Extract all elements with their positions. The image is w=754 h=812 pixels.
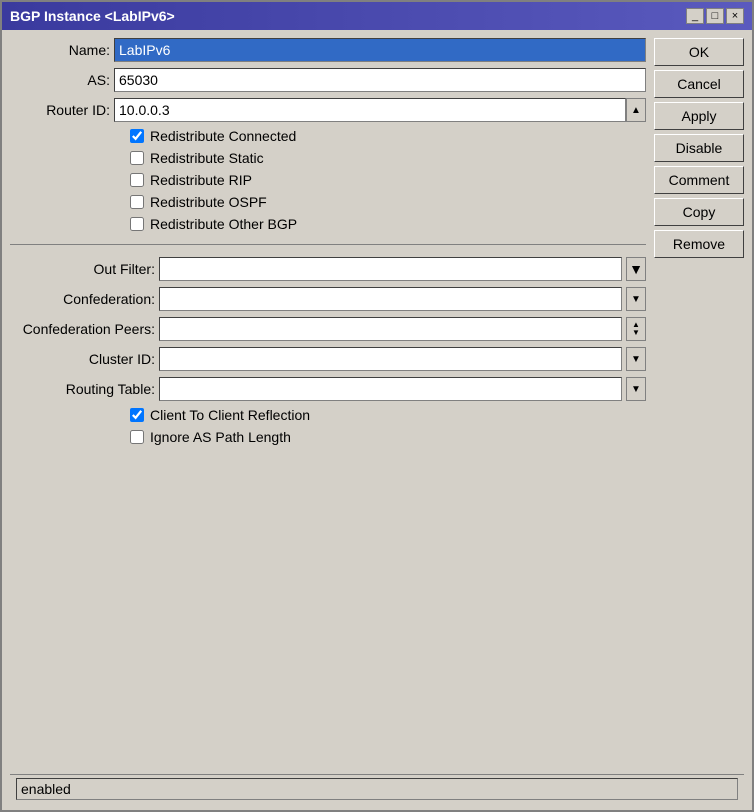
- confederation-input[interactable]: [159, 287, 622, 311]
- copy-button[interactable]: Copy: [654, 198, 744, 226]
- as-input[interactable]: [114, 68, 646, 92]
- checkbox-redistribute-connected: Redistribute Connected: [10, 128, 646, 144]
- confederation-peers-spinner-button[interactable]: ▲▼: [626, 317, 646, 341]
- cluster-id-label: Cluster ID:: [10, 351, 155, 367]
- routing-table-input[interactable]: [159, 377, 622, 401]
- router-id-up-button[interactable]: ▲: [626, 98, 646, 122]
- redistribute-static-checkbox[interactable]: [130, 151, 144, 165]
- comment-button[interactable]: Comment: [654, 166, 744, 194]
- window-controls: _ □ ×: [686, 8, 744, 24]
- redistribute-connected-checkbox[interactable]: [130, 129, 144, 143]
- redistribute-other-bgp-label: Redistribute Other BGP: [150, 216, 297, 232]
- as-label: AS:: [10, 72, 110, 88]
- checkbox-client-reflection: Client To Client Reflection: [10, 407, 646, 423]
- action-buttons-area: OK Cancel Apply Disable Comment Copy Rem…: [654, 38, 744, 770]
- window-body: Name: AS: Router ID: ▲: [2, 30, 752, 810]
- confederation-peers-input[interactable]: [159, 317, 622, 341]
- ok-button[interactable]: OK: [654, 38, 744, 66]
- out-filter-label: Out Filter:: [10, 261, 155, 277]
- bgp-instance-window: BGP Instance <LabIPv6> _ □ × Name: AS:: [0, 0, 754, 812]
- form-area: Name: AS: Router ID: ▲: [10, 38, 646, 770]
- close-button[interactable]: ×: [726, 8, 744, 24]
- redistribute-static-label: Redistribute Static: [150, 150, 264, 166]
- cluster-id-input[interactable]: [159, 347, 622, 371]
- maximize-button[interactable]: □: [706, 8, 724, 24]
- router-id-input[interactable]: [114, 98, 626, 122]
- checkbox-redistribute-other-bgp: Redistribute Other BGP: [10, 216, 646, 232]
- confederation-peers-label: Confederation Peers:: [10, 321, 155, 337]
- out-filter-input[interactable]: [159, 257, 622, 281]
- apply-button[interactable]: Apply: [654, 102, 744, 130]
- cluster-id-dropdown-button[interactable]: ▼: [626, 347, 646, 371]
- name-row: Name:: [10, 38, 646, 62]
- window-title: BGP Instance <LabIPv6>: [10, 8, 175, 24]
- cluster-id-row: Cluster ID: ▼: [10, 347, 646, 371]
- confederation-peers-row: Confederation Peers: ▲▼: [10, 317, 646, 341]
- confederation-dropdown-button[interactable]: ▼: [626, 287, 646, 311]
- routing-table-row: Routing Table: ▼: [10, 377, 646, 401]
- checkbox-ignore-as-path: Ignore AS Path Length: [10, 429, 646, 445]
- checkbox-redistribute-ospf: Redistribute OSPF: [10, 194, 646, 210]
- redistribute-connected-label: Redistribute Connected: [150, 128, 296, 144]
- cancel-button[interactable]: Cancel: [654, 70, 744, 98]
- out-filter-dropdown-button[interactable]: ▼: [626, 257, 646, 281]
- title-bar: BGP Instance <LabIPv6> _ □ ×: [2, 2, 752, 30]
- client-reflection-checkbox[interactable]: [130, 408, 144, 422]
- remove-button[interactable]: Remove: [654, 230, 744, 258]
- routing-table-dropdown-button[interactable]: ▼: [626, 377, 646, 401]
- name-label: Name:: [10, 42, 110, 58]
- confederation-label: Confederation:: [10, 291, 155, 307]
- redistribute-other-bgp-checkbox[interactable]: [130, 217, 144, 231]
- status-bar-inner: enabled: [16, 778, 738, 800]
- status-text: enabled: [21, 781, 71, 797]
- routing-table-label: Routing Table:: [10, 381, 155, 397]
- router-id-wrapper: ▲: [114, 98, 646, 122]
- redistribute-rip-label: Redistribute RIP: [150, 172, 252, 188]
- redistribute-ospf-label: Redistribute OSPF: [150, 194, 267, 210]
- disable-button[interactable]: Disable: [654, 134, 744, 162]
- ignore-as-path-label: Ignore AS Path Length: [150, 429, 291, 445]
- confederation-row: Confederation: ▼: [10, 287, 646, 311]
- main-content: Name: AS: Router ID: ▲: [10, 38, 744, 770]
- router-id-row: Router ID: ▲: [10, 98, 646, 122]
- name-input[interactable]: [114, 38, 646, 62]
- ignore-as-path-checkbox[interactable]: [130, 430, 144, 444]
- out-filter-row: Out Filter: ▼: [10, 257, 646, 281]
- separator: [10, 244, 646, 245]
- router-id-label: Router ID:: [10, 102, 110, 118]
- as-row: AS:: [10, 68, 646, 92]
- status-bar: enabled: [10, 774, 744, 802]
- checkbox-redistribute-static: Redistribute Static: [10, 150, 646, 166]
- redistribute-ospf-checkbox[interactable]: [130, 195, 144, 209]
- redistribute-rip-checkbox[interactable]: [130, 173, 144, 187]
- client-reflection-label: Client To Client Reflection: [150, 407, 310, 423]
- checkbox-redistribute-rip: Redistribute RIP: [10, 172, 646, 188]
- minimize-button[interactable]: _: [686, 8, 704, 24]
